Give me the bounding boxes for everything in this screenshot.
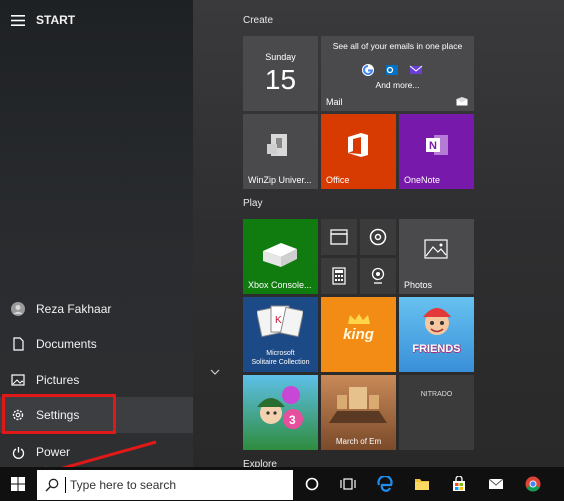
solitaire-line1: Microsoft <box>266 350 295 357</box>
nitrado-label: NITRADO <box>420 391 453 398</box>
file-explorer-button[interactable] <box>410 472 434 496</box>
march-label: March of Em <box>335 437 382 446</box>
settings-highlight-box <box>2 394 116 434</box>
office-icon <box>348 133 368 157</box>
mail-icon <box>456 97 468 106</box>
windows-logo-icon <box>11 477 25 491</box>
calendar-day: Sunday <box>265 52 296 62</box>
text-cursor <box>65 477 66 493</box>
taskbar: Type here to search <box>0 467 564 501</box>
winzip-icon <box>267 134 287 156</box>
svg-text:N: N <box>429 140 437 152</box>
office-label: Office <box>326 175 350 185</box>
office-tile[interactable]: Office <box>321 114 396 189</box>
music-disc-icon <box>369 228 387 246</box>
user-account[interactable]: Reza Fakhaar <box>0 291 193 327</box>
user-name: Reza Fakhaar <box>36 302 112 316</box>
king-tile[interactable]: king <box>321 297 396 372</box>
playing-cards-icon: K <box>257 305 303 338</box>
camera-tile[interactable] <box>360 258 396 294</box>
witch-character-icon: 3 <box>257 386 303 429</box>
groove-tile[interactable] <box>360 219 396 255</box>
onenote-icon: N <box>426 135 448 155</box>
hamburger-menu-icon[interactable] <box>0 14 36 26</box>
task-view-icon <box>340 478 356 490</box>
crown-icon <box>348 314 370 324</box>
xbox-console-icon <box>263 243 297 267</box>
calendar-tile[interactable]: Sunday 15 <box>243 36 318 111</box>
store-button[interactable] <box>447 472 471 496</box>
edge-button[interactable] <box>373 472 397 496</box>
group-play: Play <box>243 198 263 209</box>
mail-envelope-icon <box>488 478 504 489</box>
pictures-icon <box>0 374 36 386</box>
pictures-item[interactable]: Pictures <box>0 362 193 398</box>
mail-provider-icons <box>361 63 423 77</box>
solitaire-line2: Solitaire Collection <box>251 359 310 366</box>
king-logo-text: king <box>343 326 374 343</box>
chrome-button[interactable] <box>521 472 545 496</box>
search-box[interactable]: Type here to search <box>37 470 293 500</box>
mail-heading: See all of your emails in one place <box>332 41 463 51</box>
document-icon <box>0 337 36 351</box>
calculator-tile[interactable] <box>321 258 357 294</box>
castle-army-icon <box>329 387 387 423</box>
clapperboard-icon <box>330 229 348 245</box>
onenote-label: OneNote <box>404 175 441 185</box>
onenote-tile[interactable]: N OneNote <box>399 114 474 189</box>
google-icon <box>362 64 374 76</box>
start-header: START <box>0 2 193 38</box>
webcam-icon <box>371 267 385 284</box>
outlook-icon <box>386 65 398 75</box>
photos-label: Photos <box>404 280 433 290</box>
movies-tile[interactable] <box>321 219 357 255</box>
cortana-circle-icon <box>305 477 319 491</box>
cortana-button[interactable] <box>300 472 324 496</box>
candy-friends-tile[interactable]: FRIENDS <box>399 297 474 372</box>
documents-label: Documents <box>36 337 97 351</box>
bubble-witch-tile[interactable]: 3 <box>243 375 318 450</box>
mail-taskbar-button[interactable] <box>484 472 508 496</box>
task-view-button[interactable] <box>336 472 360 496</box>
nitrado-tile[interactable]: NITRADO <box>399 375 474 450</box>
xbox-label: Xbox Console... <box>248 280 312 290</box>
march-of-empires-tile[interactable]: March of Em <box>321 375 396 450</box>
winzip-tile[interactable]: WinZip Univer... <box>243 114 318 189</box>
envelope-icon <box>409 65 423 74</box>
mail-tile[interactable]: See all of your emails in one place And … <box>321 36 474 111</box>
edge-browser-icon <box>377 476 393 492</box>
winzip-label: WinZip Univer... <box>248 175 312 185</box>
chevron-down-icon[interactable] <box>210 362 220 380</box>
xbox-tile[interactable]: Xbox Console... <box>243 219 318 294</box>
folder-icon <box>415 479 429 490</box>
calculator-icon <box>332 267 346 285</box>
start-title: START <box>36 13 76 27</box>
mail-more: And more... <box>375 80 420 90</box>
pictures-label: Pictures <box>36 373 80 387</box>
group-create: Create <box>243 15 274 26</box>
svg-text:3: 3 <box>289 413 296 427</box>
friends-logo-text: FRIENDS <box>412 343 461 355</box>
photos-icon <box>424 239 448 259</box>
windows-start-button[interactable] <box>6 472 30 496</box>
search-icon <box>45 478 59 492</box>
store-bag-icon <box>453 476 465 491</box>
avatar <box>0 302 36 316</box>
chrome-icon <box>525 476 541 492</box>
cartoon-character-icon <box>423 308 451 335</box>
calendar-date: 15 <box>264 64 297 95</box>
photos-tile[interactable]: Photos <box>399 219 474 294</box>
search-placeholder: Type here to search <box>70 478 177 492</box>
solitaire-tile[interactable]: K Microsoft Solitaire Collection <box>243 297 318 372</box>
svg-text:K: K <box>275 315 282 326</box>
mail-label: Mail <box>326 97 343 107</box>
documents-item[interactable]: Documents <box>0 326 193 362</box>
